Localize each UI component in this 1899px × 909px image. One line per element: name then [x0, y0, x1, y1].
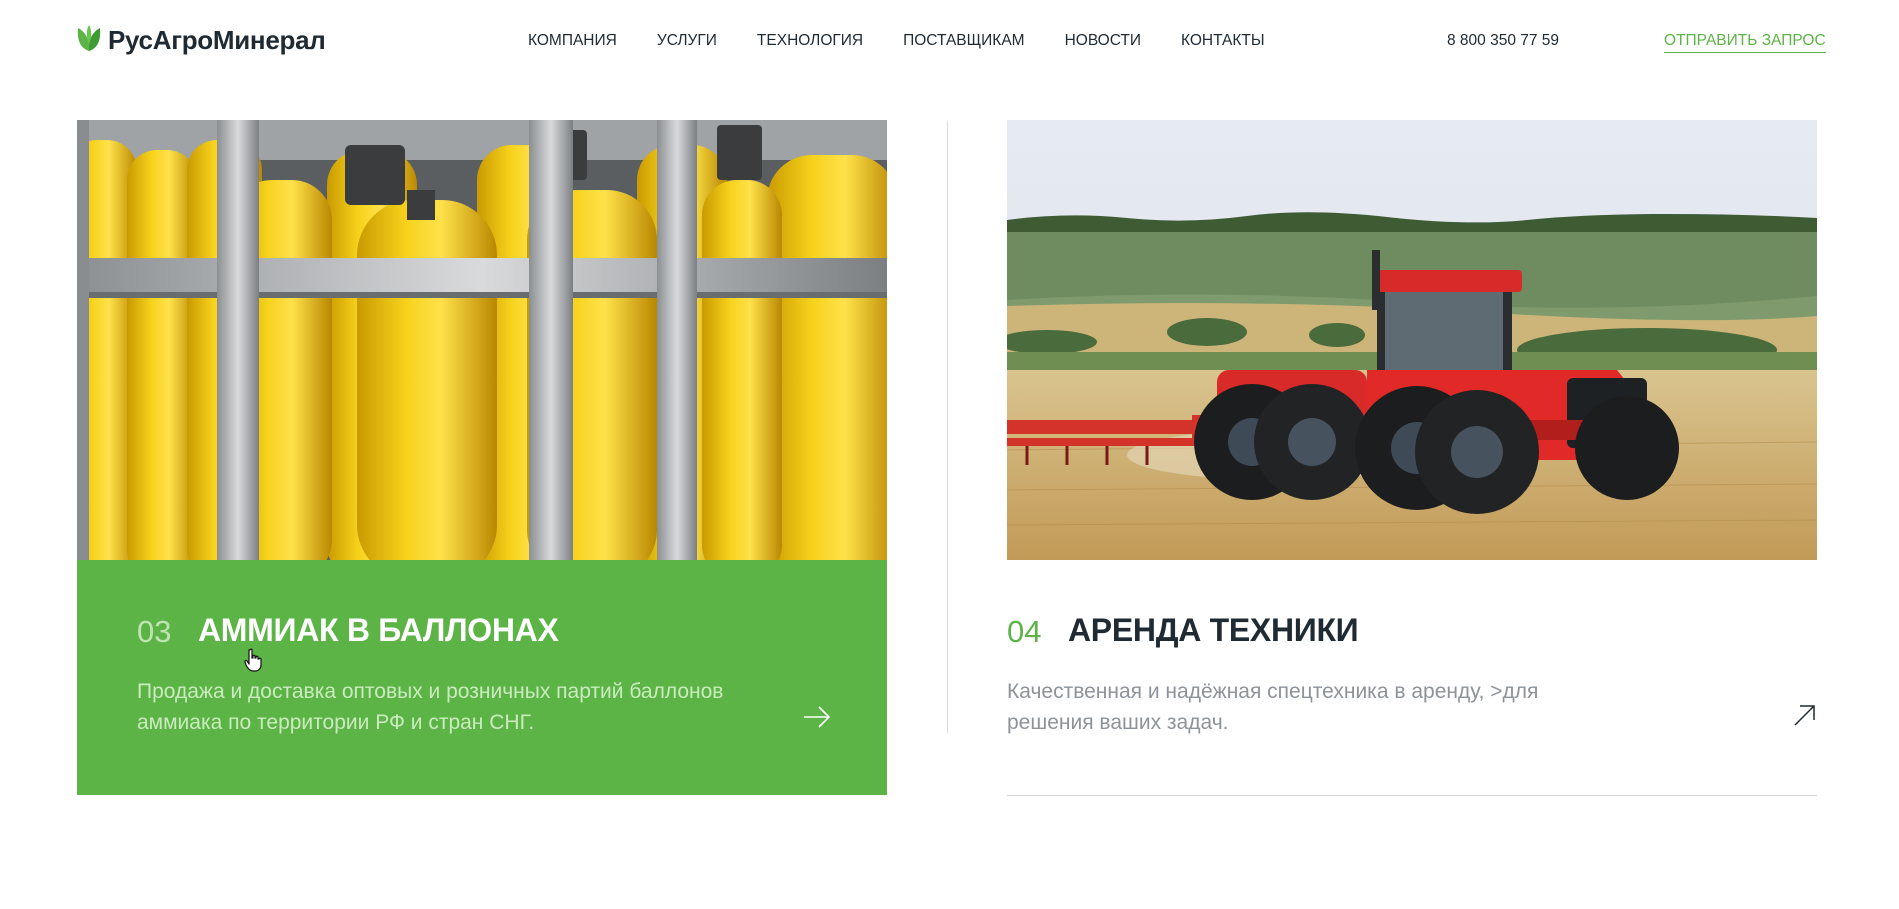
- arrow-right-icon[interactable]: [803, 703, 831, 736]
- service-image-tractor: [1007, 120, 1817, 560]
- nav-item-news[interactable]: НОВОСТИ: [1065, 32, 1141, 50]
- card-divider: [947, 121, 948, 733]
- site-header: РусАгроМинерал КОМПАНИЯ УСЛУГИ ТЕХНОЛОГИ…: [0, 0, 1899, 84]
- service-title[interactable]: АММИАК В БАЛЛОНАХ: [198, 612, 559, 649]
- send-request-button[interactable]: ОТПРАВИТЬ ЗАПРОС: [1664, 32, 1826, 53]
- nav-item-suppliers[interactable]: ПОСТАВЩИКАМ: [903, 32, 1024, 50]
- main-nav: КОМПАНИЯ УСЛУГИ ТЕХНОЛОГИЯ ПОСТАВЩИКАМ Н…: [528, 32, 1305, 50]
- nav-item-contacts[interactable]: КОНТАКТЫ: [1181, 32, 1265, 50]
- service-description: Продажа и доставка оптовых и розничных п…: [137, 680, 724, 734]
- phone-link[interactable]: 8 800 350 77 59: [1447, 32, 1559, 50]
- nav-item-technology[interactable]: ТЕХНОЛОГИЯ: [757, 32, 863, 50]
- service-card-machinery[interactable]: 04 АРЕНДА ТЕХНИКИ Качественная и надёжна…: [1007, 120, 1817, 796]
- service-card-ammonia-content: 03 АММИАК В БАЛЛОНАХ Продажа и доставка …: [77, 560, 887, 795]
- service-description: Качественная и надёжная спецтехника в ар…: [1007, 680, 1539, 734]
- logo-text: РусАгроМинерал: [108, 25, 326, 55]
- nav-item-services[interactable]: УСЛУГИ: [657, 32, 717, 50]
- service-card-ammonia[interactable]: 03 АММИАК В БАЛЛОНАХ Продажа и доставка …: [77, 120, 887, 795]
- service-title[interactable]: АРЕНДА ТЕХНИКИ: [1068, 612, 1359, 649]
- arrow-up-right-icon[interactable]: [1793, 703, 1817, 732]
- service-image-cylinders: [77, 120, 887, 560]
- service-number: 04: [1007, 614, 1042, 649]
- hand-cursor-icon: [244, 648, 262, 677]
- service-number: 03: [137, 614, 172, 649]
- logo[interactable]: РусАгроМинерал: [76, 24, 326, 57]
- logo-leaf-icon: [76, 24, 102, 57]
- service-card-machinery-content: 04 АРЕНДА ТЕХНИКИ Качественная и надёжна…: [1007, 560, 1817, 796]
- nav-item-company[interactable]: КОМПАНИЯ: [528, 32, 617, 50]
